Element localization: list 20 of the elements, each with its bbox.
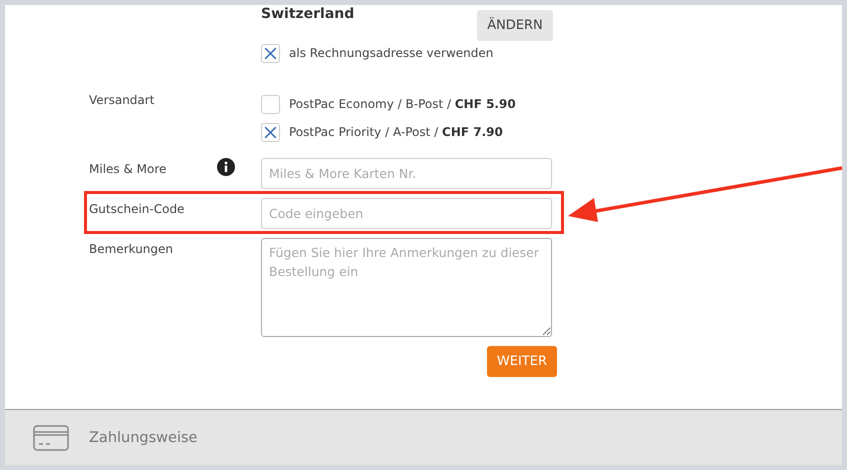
checkbox-label: als Rechnungsadresse verwenden <box>289 46 494 60</box>
checkbox-label: PostPac Priority / A-Post / CHF 7.90 <box>289 125 503 139</box>
credit-card-icon <box>33 424 69 450</box>
checkbox-label: PostPac Economy / B-Post / CHF 5.90 <box>289 97 516 111</box>
field-label: Versandart <box>89 92 156 109</box>
field-label: Gutschein-Code <box>89 201 186 216</box>
section-title: Zahlungsweise <box>89 430 198 446</box>
comment-field[interactable]: Fügen Sie hier Ihre Anmerkungen zu dieser Bestellung ein <box>261 238 552 337</box>
country-text: Switzerland <box>261 6 356 22</box>
field-label: Miles & More <box>89 161 168 176</box>
info-icon[interactable] <box>217 158 235 176</box>
checkbox[interactable] <box>261 44 280 62</box>
checkbox[interactable] <box>261 122 280 142</box>
next-button[interactable]: WEITER <box>486 346 557 377</box>
input-field[interactable]: Miles & More Karten Nr. <box>261 158 552 189</box>
field-label: Bemerkungen <box>89 241 174 256</box>
change-button[interactable]: ÄNDERN <box>477 10 553 41</box>
checkbox[interactable] <box>261 94 280 114</box>
input-field[interactable]: Code eingeben <box>261 198 552 229</box>
section-bar[interactable]: Zahlungsweise <box>5 410 842 465</box>
